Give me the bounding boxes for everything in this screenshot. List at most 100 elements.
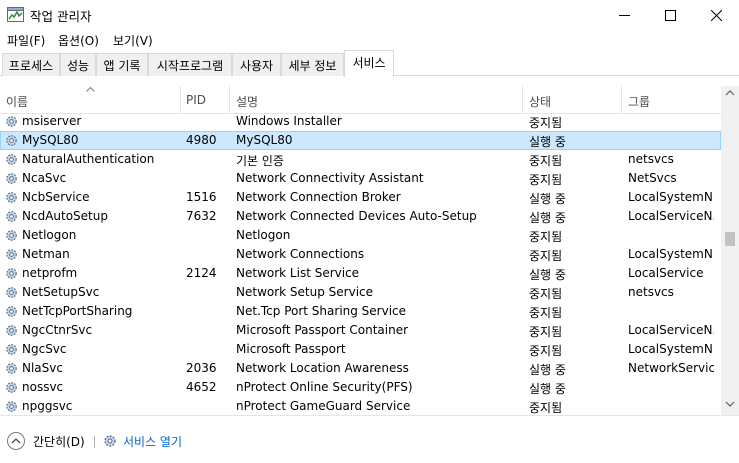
tab-startup[interactable]: 시작프로그램 <box>148 53 232 76</box>
service-name: Netman <box>22 247 70 261</box>
service-group: LocalSystemN... <box>628 190 714 204</box>
column-header-description[interactable]: 설명 <box>236 93 258 110</box>
table-row[interactable]: NcdAutoSetup 7632 Network Connected Devi… <box>0 207 721 226</box>
service-description: Microsoft Passport Container <box>236 323 409 337</box>
table-row[interactable]: NgcCtnrSvc Microsoft Passport Container … <box>0 321 721 340</box>
scrollbar-thumb[interactable] <box>725 232 735 246</box>
service-description: Network Connection Broker <box>236 190 401 204</box>
vertical-scrollbar[interactable] <box>721 86 739 415</box>
menu-options[interactable]: 옵션(O) <box>58 32 99 49</box>
service-pid: 4980 <box>186 133 217 147</box>
service-status: 실행 중 <box>529 135 566 149</box>
service-pid: 7632 <box>186 209 217 223</box>
service-status: 실행 중 <box>529 211 566 225</box>
tab-services[interactable]: 서비스 <box>344 50 394 77</box>
table-header: 이름 PID 설명 상태 그룹 <box>0 86 721 114</box>
maximize-icon <box>664 9 676 21</box>
table-row[interactable]: nossvc 4652 nProtect Online Security(PFS… <box>0 378 721 397</box>
service-group: netsvcs <box>628 285 674 299</box>
service-gear-icon <box>6 363 17 374</box>
service-name: nossvc <box>22 380 64 394</box>
service-description: Network Connected Devices Auto-Setup <box>236 209 477 223</box>
table-row[interactable]: NcaSvc Network Connectivity Assistant 중지… <box>0 169 721 188</box>
tab-app-history[interactable]: 앱 기록 <box>96 53 148 76</box>
table-row[interactable]: NetTcpPortSharing Net.Tcp Port Sharing S… <box>0 302 721 321</box>
service-gear-icon <box>6 268 17 279</box>
service-name: netprofm <box>22 266 78 280</box>
close-button[interactable] <box>693 0 739 30</box>
sort-ascending-icon <box>86 87 95 92</box>
service-group: LocalServiceN... <box>628 323 714 337</box>
footer-divider <box>94 436 95 448</box>
service-group: LocalService <box>628 266 704 280</box>
table-row[interactable]: NcbService 1516 Network Connection Broke… <box>0 188 721 207</box>
tab-details[interactable]: 세부 정보 <box>281 53 344 76</box>
service-name: npggsvc <box>22 399 73 413</box>
column-header-pid[interactable]: PID <box>186 93 206 107</box>
column-divider[interactable] <box>522 86 523 114</box>
column-divider[interactable] <box>229 86 230 114</box>
tab-processes[interactable]: 프로세스 <box>2 53 60 76</box>
scroll-up-icon[interactable] <box>725 90 735 96</box>
service-name: NcbService <box>22 190 90 204</box>
tab-strip: 프로세스 성능 앱 기록 시작프로그램 사용자 세부 정보 서비스 <box>0 50 739 77</box>
service-group: LocalSystemN... <box>628 342 714 356</box>
table-row[interactable]: NlaSvc 2036 Network Location Awareness 실… <box>0 359 721 378</box>
fewer-details-label: 간단히(D) <box>33 435 85 449</box>
service-name: NaturalAuthentication <box>22 152 155 166</box>
tab-users[interactable]: 사용자 <box>232 53 281 76</box>
service-name: NcdAutoSetup <box>22 209 108 223</box>
service-group: netsvcs <box>628 152 674 166</box>
service-status: 실행 중 <box>529 192 566 206</box>
service-group: NetworkService <box>628 361 714 375</box>
services-list: msiserver Windows Installer 중지됨 MySQL80 … <box>0 112 721 415</box>
tab-performance[interactable]: 성능 <box>60 53 96 76</box>
fewer-details-button[interactable]: 간단히(D) <box>6 431 106 451</box>
service-status: 중지됨 <box>529 401 563 415</box>
service-gear-icon <box>6 173 17 184</box>
service-group: NetSvcs <box>628 171 677 185</box>
table-row[interactable]: MySQL80 4980 MySQL80 실행 중 <box>0 131 721 150</box>
table-row[interactable]: msiserver Windows Installer 중지됨 <box>0 112 721 131</box>
table-row[interactable]: NaturalAuthentication 기본 인증 중지됨 netsvcs <box>0 150 721 169</box>
footer-bar: 간단히(D) 서비스 열기 <box>0 415 739 463</box>
service-gear-icon <box>6 135 17 146</box>
table-row[interactable]: Netlogon Netlogon 중지됨 <box>0 226 721 245</box>
service-description: MySQL80 <box>236 133 293 147</box>
column-divider[interactable] <box>621 86 622 114</box>
service-status: 중지됨 <box>529 230 563 244</box>
service-group: LocalServiceN... <box>628 209 714 223</box>
service-description: Network Connections <box>236 247 365 261</box>
service-status: 실행 중 <box>529 382 566 396</box>
column-header-status[interactable]: 상태 <box>529 93 551 110</box>
menu-view[interactable]: 보기(V) <box>113 32 153 49</box>
service-status: 실행 중 <box>529 363 566 377</box>
service-gear-icon <box>6 401 17 412</box>
table-row[interactable]: NetSetupSvc Network Setup Service 중지됨 ne… <box>0 283 721 302</box>
chevron-up-circle-icon <box>7 432 25 450</box>
service-name: msiserver <box>22 114 82 128</box>
service-gear-icon <box>6 344 17 355</box>
menu-file[interactable]: 파일(F) <box>7 32 45 49</box>
task-manager-icon <box>7 7 24 22</box>
minimize-button[interactable] <box>601 0 647 30</box>
column-divider[interactable] <box>180 86 181 114</box>
table-row[interactable]: Netman Network Connections 중지됨 LocalSyst… <box>0 245 721 264</box>
table-row[interactable]: netprofm 2124 Network List Service 실행 중 … <box>0 264 721 283</box>
service-description: Netlogon <box>236 228 291 242</box>
table-row[interactable]: NgcSvc Microsoft Passport 중지됨 LocalSyste… <box>0 340 721 359</box>
minimize-icon <box>618 14 630 16</box>
table-row[interactable]: npggsvc nProtect GameGuard Service 중지됨 <box>0 397 721 415</box>
service-status: 중지됨 <box>529 173 563 187</box>
open-services-label: 서비스 열기 <box>123 435 183 449</box>
service-name: NgcSvc <box>22 342 67 356</box>
service-name: NcaSvc <box>22 171 67 185</box>
column-header-name[interactable]: 이름 <box>6 93 28 110</box>
service-pid: 1516 <box>186 190 217 204</box>
maximize-button[interactable] <box>647 0 693 30</box>
service-gear-icon <box>6 306 17 317</box>
scroll-down-icon[interactable] <box>725 401 735 407</box>
service-name: NetTcpPortSharing <box>22 304 133 318</box>
open-services-link[interactable]: 서비스 열기 <box>102 431 212 451</box>
column-header-group[interactable]: 그룹 <box>628 93 650 110</box>
